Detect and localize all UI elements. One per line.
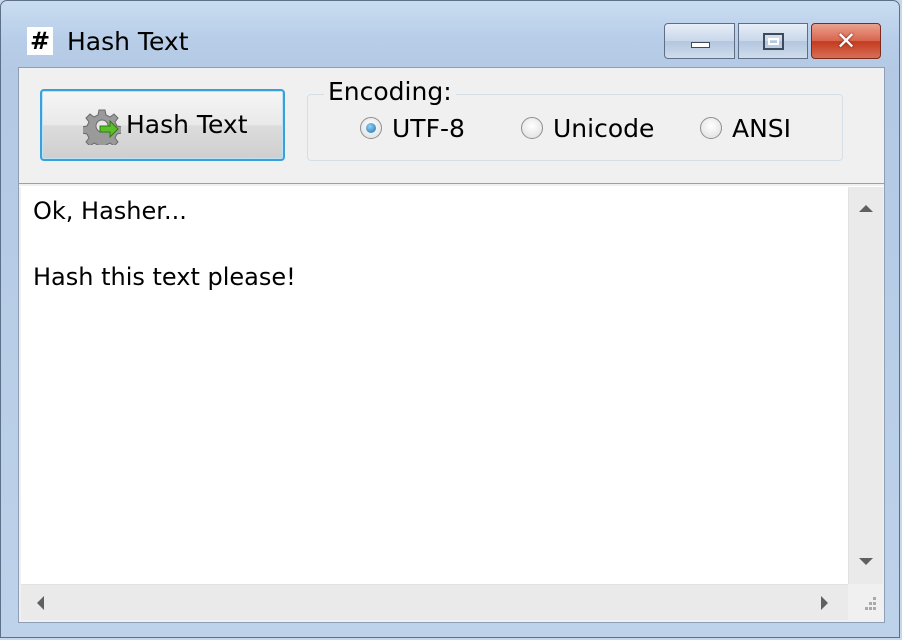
scroll-down-icon[interactable] bbox=[859, 558, 873, 565]
radio-unicode-label: Unicode bbox=[553, 114, 655, 143]
vertical-scrollbar[interactable] bbox=[848, 187, 883, 584]
encoding-legend: Encoding: bbox=[324, 76, 456, 108]
title-bar[interactable]: # Hash Text ✕ bbox=[1, 1, 899, 67]
scroll-left-icon[interactable] bbox=[37, 596, 44, 610]
gear-arrow-icon bbox=[83, 109, 121, 145]
grip-dot bbox=[873, 607, 876, 610]
radio-ansi-label: ANSI bbox=[732, 114, 792, 143]
hash-app-icon[interactable]: # bbox=[27, 27, 53, 55]
client-area: Hash Text Encoding: UTF-8 Unicode ANSI O… bbox=[18, 67, 885, 623]
hash-text-button[interactable]: Hash Text bbox=[40, 89, 285, 161]
text-line: Hash this text please! bbox=[33, 263, 296, 291]
close-icon: ✕ bbox=[835, 27, 857, 55]
minimize-icon bbox=[691, 42, 710, 48]
close-button[interactable]: ✕ bbox=[811, 23, 881, 59]
grip-dot bbox=[873, 597, 876, 600]
maximize-button[interactable] bbox=[738, 23, 808, 59]
hash-text-button-label: Hash Text bbox=[126, 110, 248, 139]
text-input-area[interactable]: Ok, Hasher... Hash this text please! bbox=[21, 187, 848, 584]
grip-dot bbox=[873, 602, 876, 605]
size-grip[interactable] bbox=[848, 584, 883, 620]
minimize-button[interactable] bbox=[664, 23, 735, 59]
grip-dot bbox=[869, 607, 872, 610]
grip-dot bbox=[869, 602, 872, 605]
scroll-up-icon[interactable] bbox=[859, 205, 873, 212]
text-line: Ok, Hasher... bbox=[33, 197, 187, 225]
radio-checked-icon bbox=[360, 117, 382, 139]
grip-dot bbox=[865, 607, 868, 610]
window-title: Hash Text bbox=[67, 27, 189, 56]
radio-utf8-label: UTF-8 bbox=[392, 114, 465, 143]
maximize-icon bbox=[763, 33, 784, 50]
app-window: # Hash Text ✕ Hash Text Encoding: UTF-8 … bbox=[0, 0, 900, 638]
radio-unchecked-icon bbox=[521, 117, 543, 139]
scroll-right-icon[interactable] bbox=[821, 596, 828, 610]
radio-unchecked-icon bbox=[700, 117, 722, 139]
horizontal-scrollbar[interactable] bbox=[21, 584, 848, 620]
